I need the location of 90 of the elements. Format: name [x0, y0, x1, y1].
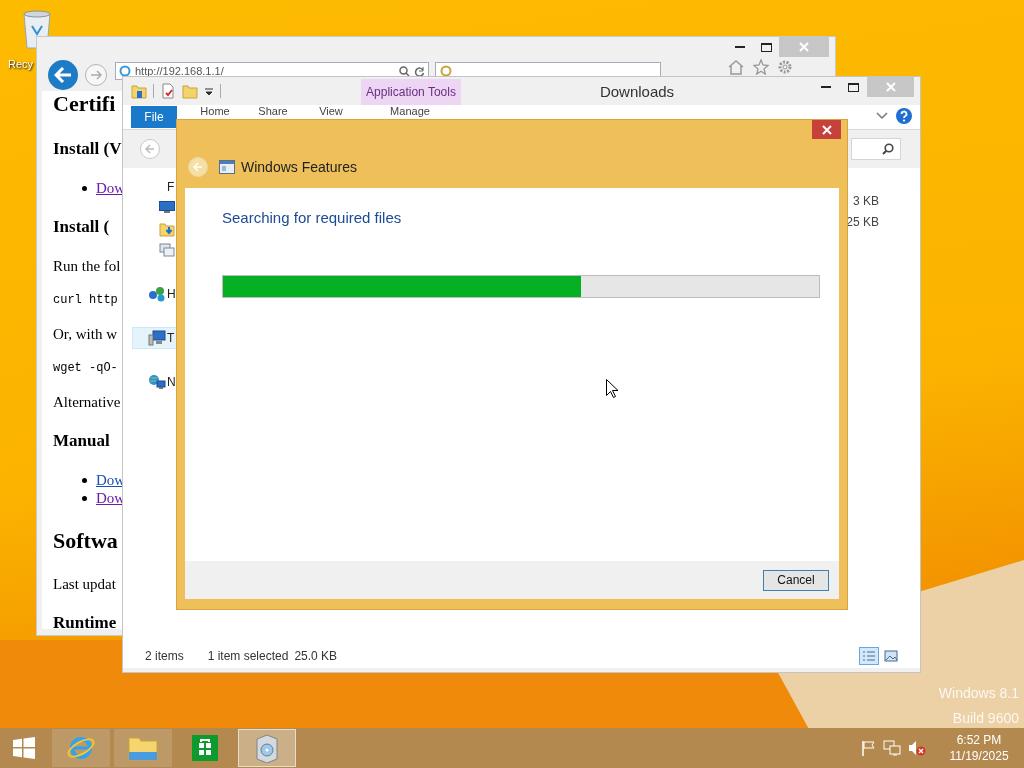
dialog-title: Windows Features [241, 159, 357, 175]
forward-button[interactable] [85, 64, 107, 86]
selection-status: 1 item selected [207, 649, 289, 663]
back-button[interactable] [140, 139, 160, 159]
page-heading: Certifi [53, 91, 116, 117]
file-size: 3 KB [853, 193, 879, 208]
package-icon [253, 733, 281, 763]
window-stack-icon [159, 242, 175, 258]
page-heading: Softwa [53, 528, 118, 554]
search-icon [882, 143, 894, 155]
file-tab[interactable]: File [131, 106, 177, 128]
bullet-icon [82, 185, 87, 191]
refresh-icon [414, 65, 425, 77]
item-count: 2 items [145, 649, 184, 663]
close-icon [885, 82, 896, 92]
paragraph: Or, with w [53, 325, 117, 343]
taskbar-button[interactable] [114, 729, 172, 767]
maximize-icon [760, 42, 772, 52]
bullet-icon [82, 495, 87, 501]
status-message: Searching for required files [222, 209, 402, 227]
clock-time: 6:52 PM [956, 732, 1002, 748]
paragraph: Run the fol [53, 257, 121, 275]
nav-pane-item[interactable]: N [123, 372, 176, 392]
forward-arrow-icon [90, 70, 102, 80]
ribbon-tab[interactable]: Manage [360, 105, 460, 118]
paragraph: Alternative [53, 393, 121, 411]
page-icon [119, 65, 131, 77]
desktop-icon [159, 200, 175, 214]
taskbar-button[interactable] [238, 729, 296, 767]
folder-icon [127, 734, 159, 762]
ribbon-tab[interactable]: Share [244, 105, 302, 118]
ribbon-tab[interactable]: Home [186, 105, 244, 118]
people-icon [148, 286, 166, 302]
ribbon-tab[interactable]: View [302, 105, 360, 118]
selection-size: 25.0 KB [294, 649, 338, 663]
back-arrow-icon [193, 162, 203, 172]
back-arrow-icon [145, 144, 155, 154]
code-line: wget -qO- [53, 360, 118, 376]
close-icon [821, 124, 832, 135]
nav-pane-item[interactable]: F [123, 177, 176, 197]
contextual-tab-header: Application Tools [361, 79, 461, 105]
close-button[interactable] [812, 120, 841, 139]
desktop-icon-label: Recy [8, 58, 34, 70]
network-icon[interactable] [883, 740, 901, 756]
section-heading: Manual [53, 430, 110, 452]
window-icon [219, 160, 235, 174]
computer-icon [148, 330, 166, 346]
document-icon[interactable] [160, 83, 176, 99]
nav-pane-item[interactable]: H [123, 284, 176, 304]
mute-icon[interactable] [908, 740, 926, 756]
section-heading: Runtime [53, 612, 117, 634]
close-icon [799, 42, 809, 52]
large-icons-view-button[interactable] [881, 647, 901, 665]
section-heading: Install ( [53, 216, 110, 238]
download-link[interactable]: Dow [96, 471, 126, 489]
bullet-icon [82, 477, 87, 483]
download-link[interactable]: Dow [96, 179, 126, 197]
paragraph: Last updat [53, 575, 116, 593]
shopping-bag-icon [191, 734, 219, 762]
mouse-pointer-icon [606, 379, 618, 398]
minimize-icon [821, 86, 831, 88]
flag-icon[interactable] [860, 740, 876, 756]
search-field[interactable] [851, 138, 901, 160]
picture-icon [884, 650, 898, 662]
cancel-button[interactable]: Cancel [763, 569, 829, 591]
settings-icon[interactable] [777, 59, 793, 75]
taskbar-button[interactable] [52, 729, 110, 767]
star-icon[interactable] [752, 59, 770, 75]
back-arrow-icon [54, 67, 72, 83]
os-watermark: Windows 8.1 [938, 684, 1019, 703]
code-line: curl http [53, 292, 118, 308]
network-icon [148, 374, 166, 390]
download-link[interactable]: Dow [96, 489, 126, 507]
nav-pane-item[interactable]: T [133, 328, 176, 348]
chevron-icon[interactable] [876, 112, 888, 120]
page-icon [440, 65, 452, 77]
folder-icon [159, 221, 175, 237]
section-heading: Install (V [53, 138, 122, 160]
back-button[interactable] [48, 60, 78, 90]
os-watermark: Build 9600 [952, 709, 1019, 728]
folder-icon[interactable] [131, 83, 147, 99]
help-icon[interactable] [896, 108, 912, 124]
maximize-icon [847, 82, 859, 92]
details-list-icon [862, 650, 876, 662]
clock-date: 11/19/2025 [949, 748, 1009, 764]
window-title: Downloads [598, 81, 676, 102]
windows-logo-icon [12, 736, 36, 760]
caret-icon[interactable] [204, 86, 214, 96]
search-icon [399, 65, 410, 77]
minimize-icon [735, 46, 745, 48]
